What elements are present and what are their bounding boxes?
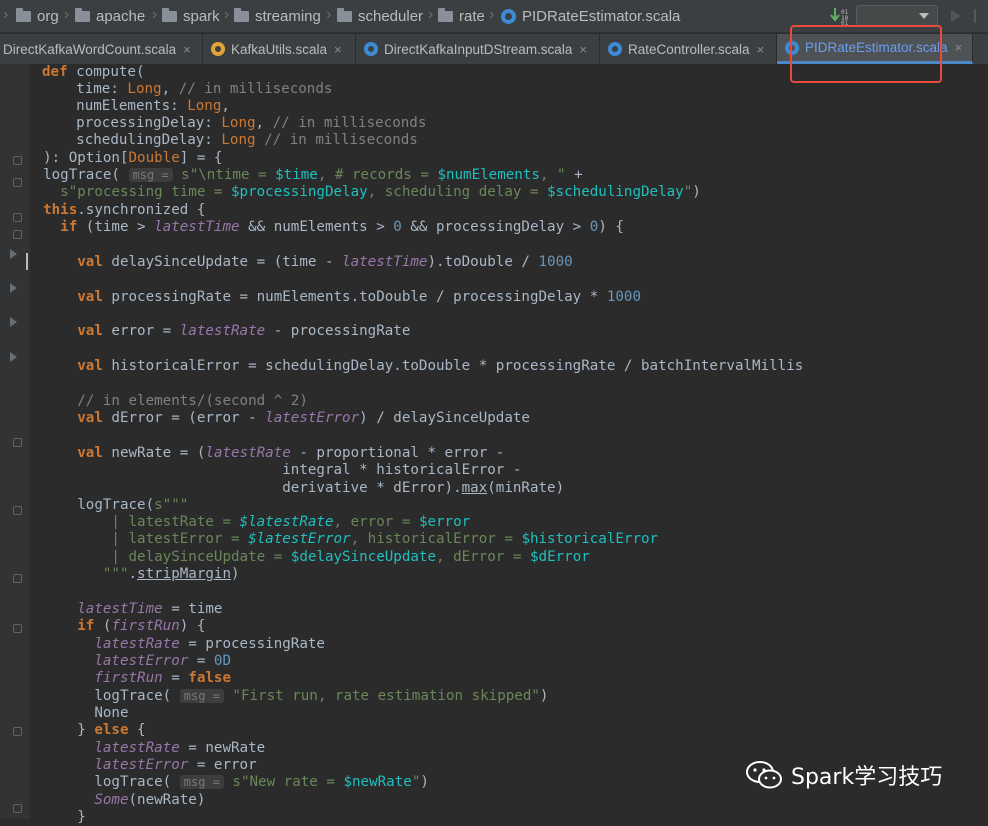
fold-marker-icon[interactable] <box>13 624 22 633</box>
breadcrumb-apache[interactable]: apache <box>75 0 145 33</box>
breadcrumb-separator-icon: › <box>326 6 332 23</box>
code-line: | delaySinceUpdate = $delaySinceUpdate, … <box>26 549 590 565</box>
code-editor[interactable]: def compute( time: Long, // in milliseco… <box>42 64 988 825</box>
breadcrumb-separator-icon: › <box>489 6 495 23</box>
code-line: latestError = 0D <box>26 653 232 669</box>
fold-marker-icon[interactable] <box>13 230 22 239</box>
tab-directkafkainputdstream[interactable]: DirectKafkaInputDStream.scala × <box>356 34 600 64</box>
close-icon[interactable]: × <box>757 42 765 57</box>
folder-icon <box>438 8 453 22</box>
close-icon[interactable]: × <box>955 40 963 55</box>
collapse-arrow-icon[interactable] <box>10 317 17 327</box>
chevron-down-icon <box>919 13 929 19</box>
parameter-hint: msg = <box>179 689 224 703</box>
code-line: Some(newRate) <box>26 792 206 808</box>
folder-icon <box>337 8 352 22</box>
toolbar-divider <box>974 9 976 23</box>
scala-object-icon <box>211 42 225 56</box>
fold-marker-icon[interactable] <box>13 438 22 447</box>
folder-icon <box>16 8 31 22</box>
breadcrumb-scheduler[interactable]: scheduler <box>337 0 423 33</box>
collapse-arrow-icon[interactable] <box>10 283 17 293</box>
breadcrumb-streaming[interactable]: streaming <box>234 0 321 33</box>
folder-icon <box>75 8 90 22</box>
code-line: } else { <box>26 722 146 738</box>
parameter-hint: msg = <box>179 775 224 789</box>
breadcrumb-separator-icon: › <box>3 6 9 23</box>
fold-marker-icon[interactable] <box>13 727 22 736</box>
scala-class-icon <box>608 42 622 56</box>
close-icon[interactable]: × <box>183 42 191 57</box>
fold-marker-icon[interactable] <box>13 804 22 813</box>
folder-icon <box>234 8 249 22</box>
folder-icon <box>162 8 177 22</box>
breadcrumb-org[interactable]: org <box>16 0 59 33</box>
breadcrumb-spark[interactable]: spark <box>162 0 220 33</box>
code-line: logTrace( msg = "First run, rate estimat… <box>26 688 549 704</box>
fold-marker-icon[interactable] <box>13 574 22 583</box>
code-line: latestRate = newRate <box>26 740 266 756</box>
code-line: schedulingDelay: Long // in milliseconds <box>42 132 418 148</box>
code-line: """.stripMargin) <box>26 566 240 582</box>
code-line: None <box>26 705 129 721</box>
code-line: this.synchronized { <box>26 202 206 218</box>
watermark-text: Spark学习技巧 <box>791 765 943 790</box>
code-line: s"processing time = $processingDelay, sc… <box>26 184 701 200</box>
code-line: | latestError = $latestError, historical… <box>26 531 659 547</box>
code-line: derivative * dError).max(minRate) <box>26 480 565 496</box>
collapse-arrow-icon[interactable] <box>10 352 17 362</box>
close-icon[interactable]: × <box>334 42 342 57</box>
code-line: logTrace(s""" <box>26 497 189 513</box>
breadcrumb-separator-icon: › <box>152 6 158 23</box>
fold-marker-icon[interactable] <box>13 178 22 187</box>
tab-directkafkawordcount[interactable]: DirectKafkaWordCount.scala × <box>0 34 203 64</box>
code-line: firstRun = false <box>26 670 232 686</box>
fold-marker-icon[interactable] <box>13 213 22 222</box>
code-line: if (time > latestTime && numElements > 0… <box>26 219 624 235</box>
code-line: val error = latestRate - processingRate <box>26 323 411 339</box>
fold-marker-icon[interactable] <box>13 506 22 515</box>
code-line: logTrace( msg = s"\ntime = $time, # reco… <box>26 167 583 183</box>
fold-marker-icon[interactable] <box>13 156 22 165</box>
code-line: numElements: Long, <box>42 98 230 114</box>
code-line: ): Option[Double] = { <box>26 150 223 166</box>
breadcrumb-separator-icon: › <box>224 6 230 23</box>
code-line: // in elements/(second ^ 2) <box>26 393 308 409</box>
scala-class-icon <box>364 42 378 56</box>
breadcrumb-rate[interactable]: rate <box>438 0 485 33</box>
tab-kafkautils[interactable]: KafkaUtils.scala × <box>203 34 356 64</box>
code-line: val processingRate = numElements.toDoubl… <box>26 289 642 305</box>
code-line: logTrace( msg = s"New rate = $newRate") <box>26 774 429 790</box>
close-icon[interactable]: × <box>579 42 587 57</box>
code-line: def compute( <box>42 64 145 80</box>
run-icon[interactable] <box>951 10 961 22</box>
code-line: latestError = error <box>26 757 257 773</box>
code-line: val dError = (error - latestError) / del… <box>26 410 530 426</box>
code-line: latestRate = processingRate <box>26 636 325 652</box>
breadcrumb-separator-icon: › <box>64 6 70 23</box>
code-line: val newRate = (latestRate - proportional… <box>26 445 505 461</box>
parameter-hint: msg = <box>128 168 173 182</box>
code-line: integral * historicalError - <box>26 462 522 478</box>
code-line: latestTime = time <box>26 601 223 617</box>
code-line: if (firstRun) { <box>26 618 206 634</box>
run-configuration-dropdown[interactable] <box>856 5 938 27</box>
code-line: processingDelay: Long, // in millisecond… <box>42 115 427 131</box>
watermark: Spark学习技巧 <box>745 755 942 795</box>
tab-ratecontroller[interactable]: RateController.scala × <box>600 34 777 64</box>
build-icon[interactable]: 01 10 01 <box>830 7 850 25</box>
code-line: } <box>26 809 86 825</box>
breadcrumb-separator-icon: › <box>428 6 434 23</box>
scala-class-icon <box>501 9 516 24</box>
breadcrumb-file[interactable]: PIDRateEstimator.scala <box>501 0 680 33</box>
collapse-arrow-icon[interactable] <box>10 249 17 259</box>
code-line: | latestRate = $latestRate, error = $err… <box>26 514 471 530</box>
code-line: val delaySinceUpdate = (time - latestTim… <box>26 254 573 270</box>
wechat-icon <box>746 761 782 789</box>
code-line: time: Long, // in milliseconds <box>42 81 333 97</box>
code-line: val historicalError = schedulingDelay.to… <box>26 358 804 374</box>
